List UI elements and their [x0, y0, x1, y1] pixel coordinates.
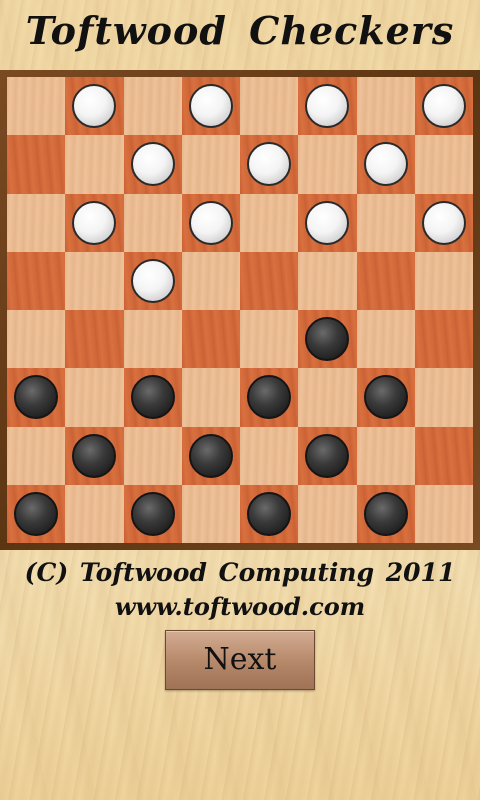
board-square[interactable]: [414, 368, 473, 427]
white-piece[interactable]: [72, 84, 117, 129]
white-piece[interactable]: [305, 84, 350, 129]
white-piece[interactable]: [421, 84, 466, 129]
board-square[interactable]: [181, 193, 240, 252]
board-square[interactable]: [7, 193, 66, 252]
board-square[interactable]: [181, 251, 240, 310]
board-square[interactable]: [356, 77, 415, 136]
board-square[interactable]: [240, 135, 299, 194]
board-square[interactable]: [123, 368, 182, 427]
board-square[interactable]: [181, 484, 240, 543]
board-square[interactable]: [65, 251, 124, 310]
board-square[interactable]: [7, 135, 66, 194]
white-piece[interactable]: [188, 200, 233, 245]
board-square[interactable]: [414, 484, 473, 543]
board-square[interactable]: [240, 310, 299, 369]
website-link[interactable]: www.toftwood.com: [0, 592, 480, 621]
board-square[interactable]: [298, 426, 357, 485]
board-square[interactable]: [298, 135, 357, 194]
board-square[interactable]: [356, 426, 415, 485]
board-square[interactable]: [414, 135, 473, 194]
board-square[interactable]: [65, 368, 124, 427]
board-square[interactable]: [240, 426, 299, 485]
board-square[interactable]: [298, 484, 357, 543]
board-square[interactable]: [181, 77, 240, 136]
board-square[interactable]: [7, 484, 66, 543]
board-square[interactable]: [414, 426, 473, 485]
checkerboard[interactable]: [7, 77, 473, 543]
board-square[interactable]: [65, 193, 124, 252]
board-square[interactable]: [298, 251, 357, 310]
board-square[interactable]: [414, 251, 473, 310]
board-square[interactable]: [240, 368, 299, 427]
black-piece[interactable]: [363, 375, 408, 420]
white-piece[interactable]: [188, 84, 233, 129]
board-square[interactable]: [240, 251, 299, 310]
copyright-text: (C) Toftwood Computing 2011: [24, 558, 456, 587]
board-square[interactable]: [181, 426, 240, 485]
board-frame: [0, 70, 480, 550]
black-piece[interactable]: [247, 375, 292, 420]
board-square[interactable]: [123, 193, 182, 252]
white-piece[interactable]: [305, 200, 350, 245]
board-square[interactable]: [7, 77, 66, 136]
board-square[interactable]: [356, 251, 415, 310]
black-piece[interactable]: [247, 491, 292, 536]
white-piece[interactable]: [72, 200, 117, 245]
black-piece[interactable]: [14, 375, 59, 420]
board-square[interactable]: [356, 484, 415, 543]
board-square[interactable]: [7, 368, 66, 427]
board-square[interactable]: [240, 77, 299, 136]
black-piece[interactable]: [130, 375, 175, 420]
white-piece[interactable]: [421, 200, 466, 245]
board-square[interactable]: [123, 426, 182, 485]
black-piece[interactable]: [14, 491, 59, 536]
white-piece[interactable]: [363, 142, 408, 187]
board-square[interactable]: [181, 310, 240, 369]
black-piece[interactable]: [363, 491, 408, 536]
board-square[interactable]: [240, 484, 299, 543]
board-square[interactable]: [181, 368, 240, 427]
black-piece[interactable]: [305, 317, 350, 362]
board-square[interactable]: [123, 310, 182, 369]
board-square[interactable]: [65, 310, 124, 369]
black-piece[interactable]: [130, 491, 175, 536]
black-piece[interactable]: [72, 433, 117, 478]
board-square[interactable]: [414, 310, 473, 369]
board-square[interactable]: [356, 193, 415, 252]
board-square[interactable]: [65, 135, 124, 194]
black-piece[interactable]: [188, 433, 233, 478]
board-square[interactable]: [298, 368, 357, 427]
next-button[interactable]: Next: [165, 630, 315, 690]
white-piece[interactable]: [130, 142, 175, 187]
white-piece[interactable]: [247, 142, 292, 187]
board-square[interactable]: [7, 310, 66, 369]
board-square[interactable]: [356, 310, 415, 369]
board-square[interactable]: [414, 77, 473, 136]
board-square[interactable]: [123, 77, 182, 136]
board-square[interactable]: [298, 310, 357, 369]
white-piece[interactable]: [130, 258, 175, 303]
board-square[interactable]: [414, 193, 473, 252]
board-square[interactable]: [356, 368, 415, 427]
board-square[interactable]: [181, 135, 240, 194]
board-square[interactable]: [356, 135, 415, 194]
board-square[interactable]: [65, 484, 124, 543]
board-square[interactable]: [240, 193, 299, 252]
board-square[interactable]: [7, 251, 66, 310]
board-square[interactable]: [123, 251, 182, 310]
board-square[interactable]: [123, 484, 182, 543]
board-square[interactable]: [7, 426, 66, 485]
board-square[interactable]: [123, 135, 182, 194]
board-square[interactable]: [65, 77, 124, 136]
board-square[interactable]: [298, 77, 357, 136]
black-piece[interactable]: [305, 433, 350, 478]
app-title: Toftwood Checkers: [25, 8, 455, 53]
board-square[interactable]: [65, 426, 124, 485]
board-square[interactable]: [298, 193, 357, 252]
